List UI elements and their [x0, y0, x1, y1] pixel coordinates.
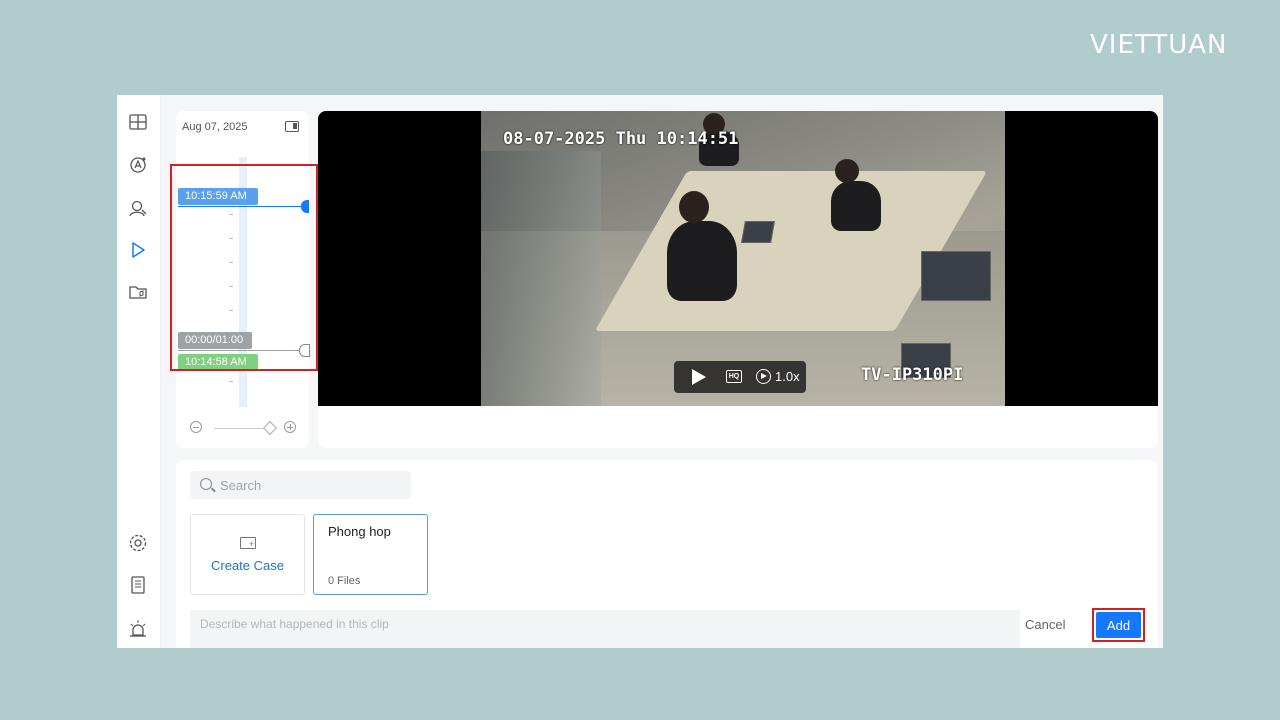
- osd-camera-name: TV-IP310PI: [861, 365, 964, 385]
- search-input[interactable]: [220, 471, 405, 499]
- person-figure: [667, 221, 737, 301]
- selection-highlight-box: [170, 164, 318, 371]
- timeline-zoom: [190, 420, 300, 436]
- brand-logo: VIETTUAN: [1090, 30, 1228, 60]
- video-player[interactable]: 08-07-2025 Thu 10:14:51 TV-IP310PI HQ 1.…: [318, 111, 1158, 406]
- case-title: Phong hop: [328, 524, 391, 539]
- search-icon: [200, 478, 212, 490]
- playback-icon[interactable]: [128, 240, 148, 260]
- osd-timestamp: 08-07-2025 Thu 10:14:51: [503, 129, 739, 149]
- speed-icon[interactable]: [756, 369, 771, 384]
- search-box: [190, 471, 411, 499]
- folder-add-icon: [240, 537, 256, 549]
- zoom-slider-knob[interactable]: [262, 420, 278, 436]
- video-controls: HQ 1.0x: [674, 361, 806, 393]
- zoom-in-icon[interactable]: [284, 421, 296, 433]
- settings-icon[interactable]: [128, 533, 148, 553]
- create-case-label: Create Case: [211, 558, 284, 573]
- video-panel: 08-07-2025 Thu 10:14:51 TV-IP310PI HQ 1.…: [318, 111, 1158, 448]
- main-area: Aug 07, 2025 10:15:59 AM 00:00/01:00 10:…: [161, 95, 1163, 648]
- add-button[interactable]: Add: [1096, 612, 1141, 638]
- case-folder-icon[interactable]: [128, 282, 148, 302]
- play-icon[interactable]: [692, 369, 706, 385]
- case-file-count: 0 Files: [328, 575, 361, 587]
- sidebar: [117, 95, 161, 648]
- zoom-out-icon[interactable]: [190, 421, 202, 433]
- app-window: Aug 07, 2025 10:15:59 AM 00:00/01:00 10:…: [117, 95, 1163, 648]
- case-panel: Create Case Phong hop 0 Files Cancel Add: [176, 460, 1158, 648]
- timeline-date[interactable]: Aug 07, 2025: [182, 121, 247, 133]
- person-figure: [831, 181, 881, 231]
- alarm-icon[interactable]: [128, 619, 148, 639]
- layout-grid-icon[interactable]: [128, 112, 148, 132]
- log-icon[interactable]: [128, 575, 148, 595]
- case-card[interactable]: Phong hop 0 Files: [313, 514, 428, 595]
- zoom-slider[interactable]: [214, 428, 270, 429]
- description-field[interactable]: [190, 610, 1020, 648]
- panel-toggle-icon[interactable]: [285, 121, 299, 132]
- monitor-shape: [921, 251, 991, 301]
- hq-icon[interactable]: HQ: [726, 370, 742, 383]
- person-head: [835, 159, 859, 183]
- face-recognition-icon[interactable]: [128, 198, 148, 218]
- timeline-panel: Aug 07, 2025 10:15:59 AM 00:00/01:00 10:…: [170, 111, 318, 448]
- ai-analytics-icon[interactable]: [128, 155, 148, 175]
- add-button-highlight: Add: [1092, 608, 1145, 642]
- create-case-button[interactable]: Create Case: [190, 514, 305, 595]
- speed-label[interactable]: 1.0x: [775, 369, 800, 384]
- person-head: [679, 191, 709, 223]
- glass-wall: [481, 151, 601, 406]
- cancel-button[interactable]: Cancel: [1025, 617, 1065, 632]
- timeline-tick: [229, 381, 233, 382]
- laptop-shape: [741, 221, 775, 243]
